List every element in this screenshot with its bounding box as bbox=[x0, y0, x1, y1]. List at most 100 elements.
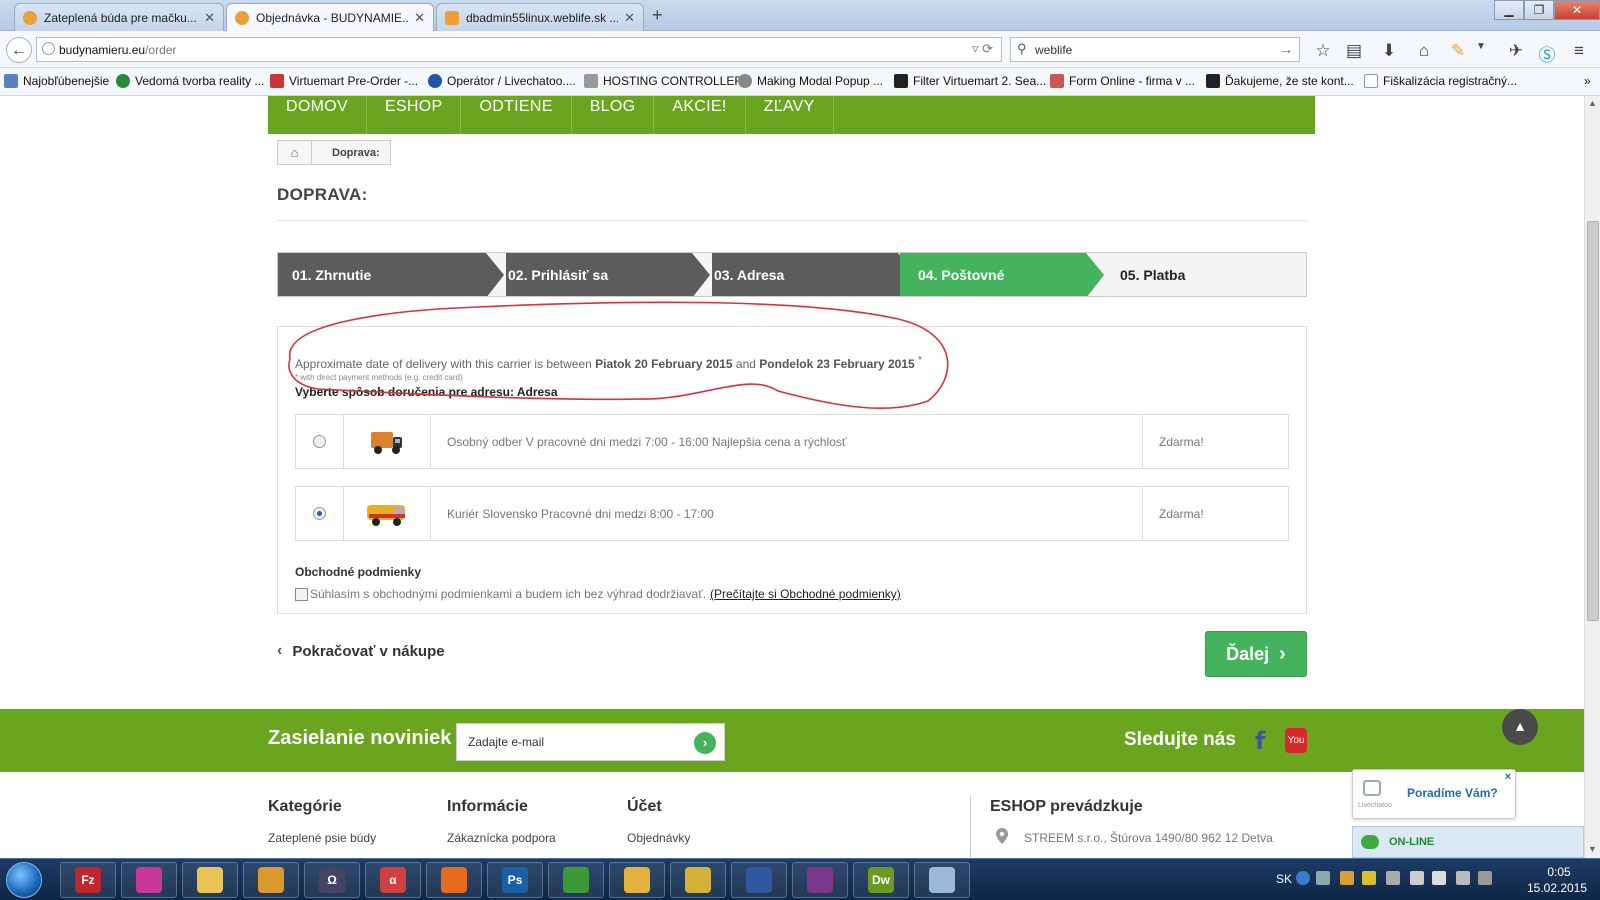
shipping-option-personal[interactable]: Osobný odber V pracovné dni medzi 7:00 -… bbox=[295, 414, 1289, 469]
shipping-radio-personal[interactable] bbox=[313, 435, 326, 448]
taskbar-app-explorer[interactable] bbox=[182, 862, 238, 898]
scrollbar-thumb[interactable] bbox=[1587, 221, 1599, 621]
chat-invite-box[interactable]: Livechatoo Poradíme Vám? × bbox=[1352, 769, 1516, 819]
chat-online-bar[interactable]: ON-LINE bbox=[1352, 826, 1584, 858]
volume-icon[interactable] bbox=[1410, 871, 1424, 885]
skype-icon[interactable]: Ⓢ bbox=[1536, 41, 1558, 66]
shipping-radio-courier[interactable] bbox=[313, 507, 326, 520]
taskbar-app-app-11[interactable] bbox=[731, 862, 787, 898]
taskbar-app-photoshop[interactable]: Ps bbox=[487, 862, 543, 898]
menu-item-odtiene[interactable]: ODTIENE bbox=[461, 96, 572, 134]
footer-link[interactable]: Objednávky bbox=[627, 831, 690, 845]
app-9-icon bbox=[624, 867, 650, 893]
reading-list-icon[interactable]: ▤ bbox=[1343, 41, 1365, 61]
bookmark-item[interactable]: Fiškalizácia registračný... bbox=[1364, 74, 1517, 88]
tray-icon[interactable] bbox=[1316, 871, 1330, 885]
menu-icon[interactable]: ≡ bbox=[1568, 41, 1590, 61]
tab-dbadmin[interactable]: dbadmin55linux.weblife.sk ... ✕ bbox=[436, 3, 644, 31]
taskbar-app-pencil[interactable] bbox=[243, 862, 299, 898]
footer-link[interactable]: Zateplené psie búdy bbox=[268, 831, 376, 845]
menu-item-zlavy[interactable]: ZĽAVY bbox=[746, 96, 834, 134]
bookmarks-overflow-button[interactable]: » bbox=[1584, 74, 1591, 88]
shipping-option-courier[interactable]: Kuriér Slovensko Pracovné dni medzi 8:00… bbox=[295, 486, 1289, 541]
terms-link[interactable]: (Prečítajte si Obchodné podmienky) bbox=[710, 587, 901, 601]
step-prihlasit[interactable]: 02. Prihlásiť sa bbox=[506, 253, 692, 296]
newsletter-submit-icon[interactable]: › bbox=[694, 732, 716, 754]
minimize-window-button[interactable]: ▁ bbox=[1494, 0, 1524, 20]
bookmark-item[interactable]: Making Modal Popup ... bbox=[738, 74, 883, 88]
close-tab-icon[interactable]: ✕ bbox=[624, 10, 635, 26]
taskbar-app-winrar[interactable] bbox=[792, 862, 848, 898]
clock-date[interactable]: 15.02.2015 bbox=[1522, 881, 1592, 895]
url-bar[interactable]: budynamieru.eu/order ▿ ⟳ bbox=[36, 37, 1002, 62]
search-input[interactable]: ⚲ weblife → bbox=[1010, 37, 1300, 62]
taskbar-app-firefox[interactable] bbox=[426, 862, 482, 898]
search-go-icon[interactable]: → bbox=[1279, 41, 1293, 57]
continue-shopping-link[interactable]: ‹ Pokračovať v nákupe bbox=[277, 642, 445, 660]
tab-zateplena-buda[interactable]: Zateplená búda pre mačku... ✕ bbox=[14, 3, 224, 31]
menu-item-blog[interactable]: BLOG bbox=[572, 96, 655, 134]
extension-icon[interactable]: ✈ bbox=[1505, 41, 1527, 61]
scroll-down-icon[interactable]: ▼ bbox=[1588, 844, 1597, 854]
taskbar-app-app-9[interactable] bbox=[609, 862, 665, 898]
home-icon[interactable]: ⌂ bbox=[1413, 41, 1435, 61]
taskbar-app-app-6[interactable]: α bbox=[365, 862, 421, 898]
bookmark-item[interactable]: HOSTING CONTROLLER bbox=[584, 74, 743, 88]
menu-item-domov[interactable]: DOMOV bbox=[268, 96, 367, 134]
language-indicator[interactable]: SK bbox=[1276, 872, 1292, 886]
page-scrollbar[interactable]: ▲ ▼ bbox=[1584, 96, 1600, 858]
next-label: Ďalej bbox=[1226, 643, 1270, 664]
maximize-window-button[interactable]: ❐ bbox=[1524, 0, 1554, 20]
bookmark-item[interactable]: Najobľúbenejšie bbox=[4, 74, 109, 88]
bookmark-item[interactable]: Ďakujeme, že ste kont... bbox=[1206, 74, 1354, 88]
network-icon[interactable] bbox=[1386, 871, 1400, 885]
close-tab-icon[interactable]: ✕ bbox=[414, 10, 425, 26]
terms-checkbox[interactable] bbox=[295, 587, 308, 601]
home-icon[interactable]: ⌂ bbox=[278, 141, 312, 164]
close-icon[interactable]: × bbox=[1505, 771, 1511, 783]
tab-objednavka[interactable]: Objednávka - BUDYNAMIE... ✕ bbox=[226, 3, 434, 32]
bookmark-item[interactable]: Virtuemart Pre-Order -... bbox=[270, 74, 418, 88]
start-button[interactable] bbox=[6, 862, 42, 898]
tray-icon[interactable] bbox=[1362, 871, 1376, 885]
menu-item-eshop[interactable]: ESHOP bbox=[367, 96, 462, 134]
bookmark-item[interactable]: Form Online - firma v ... bbox=[1050, 74, 1195, 88]
taskbar-app-dreamweaver[interactable]: Dw bbox=[853, 862, 909, 898]
taskbar-app-omega[interactable]: Ω bbox=[304, 862, 360, 898]
power-icon[interactable] bbox=[1456, 871, 1470, 885]
step-zhrnutie[interactable]: 01. Zhrnutie bbox=[278, 253, 486, 296]
tray-icon[interactable] bbox=[1340, 871, 1354, 885]
bookmark-item[interactable]: Vedomá tvorba reality ... bbox=[116, 74, 264, 88]
youtube-icon[interactable]: You bbox=[1285, 728, 1307, 753]
flag-icon[interactable] bbox=[1432, 871, 1446, 885]
help-icon[interactable] bbox=[1296, 871, 1310, 885]
newsletter-email-input[interactable]: Zadajte e-mail › bbox=[456, 723, 725, 761]
taskbar-app-app-2[interactable] bbox=[121, 862, 177, 898]
taskbar-app-app-14[interactable] bbox=[914, 862, 970, 898]
close-tab-icon[interactable]: ✕ bbox=[204, 10, 215, 26]
close-window-button[interactable]: ✕ bbox=[1554, 0, 1600, 20]
bookmark-item[interactable]: Operátor / Livechatoo.... bbox=[428, 74, 576, 88]
step-adresa[interactable]: 03. Adresa bbox=[712, 253, 898, 296]
bookmark-item[interactable]: Filter Virtuemart 2. Sea... bbox=[894, 74, 1046, 88]
taskbar-app-app-10[interactable] bbox=[670, 862, 726, 898]
new-tab-button[interactable]: + bbox=[652, 5, 663, 26]
step-label: 04. Poštovné bbox=[918, 267, 1005, 283]
taskbar-app-filezilla[interactable]: Fz bbox=[60, 862, 116, 898]
back-button[interactable]: ← bbox=[6, 37, 32, 63]
scroll-to-top-button[interactable]: ▲ bbox=[1502, 709, 1538, 745]
scroll-up-icon[interactable]: ▲ bbox=[1588, 98, 1597, 108]
signal-icon[interactable] bbox=[1478, 871, 1492, 885]
footer-link[interactable]: Zákaznícka podpora bbox=[447, 831, 556, 845]
clock-time[interactable]: 0:05 bbox=[1532, 865, 1586, 879]
facebook-icon[interactable]: f bbox=[1255, 727, 1265, 755]
map-pin-icon bbox=[996, 828, 1008, 844]
addon-icon[interactable]: ✎ bbox=[1447, 41, 1469, 61]
reload-icon[interactable]: ▿ ⟳ bbox=[972, 41, 993, 57]
downloads-icon[interactable]: ⬇ bbox=[1378, 41, 1400, 61]
bookmark-star-icon[interactable]: ☆ bbox=[1312, 41, 1334, 61]
chevron-down-icon[interactable]: ▼ bbox=[1470, 41, 1492, 52]
menu-item-akcie[interactable]: AKCIE! bbox=[654, 96, 746, 134]
next-button[interactable]: Ďalej › bbox=[1205, 631, 1307, 677]
taskbar-app-chrome[interactable] bbox=[548, 862, 604, 898]
